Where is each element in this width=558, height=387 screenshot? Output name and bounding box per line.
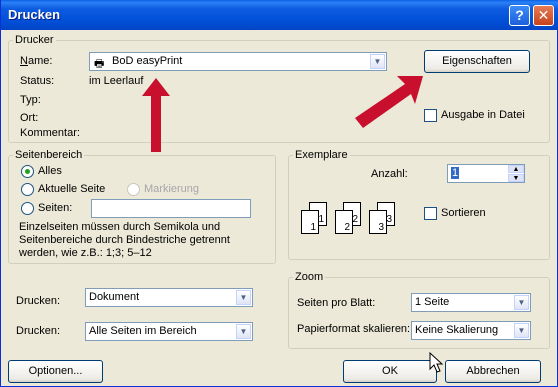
print-range-value: Alle Seiten im Bereich [89, 325, 197, 337]
printer-location-label: Ort: [20, 112, 39, 124]
print-what-value: Dokument [89, 291, 140, 303]
pages-radio[interactable] [21, 202, 34, 215]
current-page-radio[interactable] [21, 183, 34, 196]
page-range-hint: Einzelseiten müssen durch Semikola und S… [19, 221, 230, 259]
chevron-down-icon[interactable]: ▼ [236, 324, 251, 339]
printer-name-value: BoD easyPrint [112, 55, 183, 67]
annotation-arrow-up-icon [142, 78, 170, 152]
current-page-label: Aktuelle Seite [38, 183, 106, 195]
pages-input[interactable] [91, 199, 251, 218]
scale-label: Papierformat skalieren: [297, 323, 411, 335]
print-what-label: Drucken: [16, 295, 61, 307]
copies-count-label: Anzahl: [371, 168, 408, 180]
collate-checkbox[interactable] [424, 207, 437, 220]
scale-value: Keine Skalierung [415, 324, 499, 336]
print-to-file-label: Ausgabe in Datei [441, 109, 525, 121]
chevron-down-icon[interactable]: ▼ [514, 295, 529, 310]
printer-status-label: Status: [20, 75, 55, 87]
spin-up-icon[interactable]: ▲ [508, 165, 524, 173]
scale-select[interactable]: Keine Skalierung ▼ [411, 321, 531, 340]
title-bar[interactable]: Drucken ? ✕ [1, 0, 558, 30]
page-icon: 3 [369, 210, 387, 234]
chevron-down-icon[interactable]: ▼ [236, 290, 251, 305]
printer-name-select[interactable]: 🖶 BoD easyPrint ▼ [89, 52, 387, 71]
print-what-select[interactable]: Dokument ▼ [85, 288, 253, 307]
printer-type-label: Typ: [20, 94, 41, 106]
selection-radio [127, 183, 140, 196]
ok-button[interactable]: OK [343, 360, 437, 383]
pages-per-sheet-label: Seiten pro Blatt: [297, 297, 376, 309]
spin-down-icon[interactable]: ▼ [508, 174, 524, 182]
print-range-label: Drucken: [16, 325, 61, 337]
pages-per-sheet-value: 1 Seite [415, 296, 450, 308]
page-icon: 2 [335, 210, 353, 234]
pages-label: Seiten: [38, 202, 73, 214]
zoom-legend: Zoom [295, 271, 324, 283]
chevron-down-icon[interactable]: ▼ [514, 323, 529, 338]
pages-per-sheet-select[interactable]: 1 Seite ▼ [411, 293, 531, 312]
selection-label: Markierung [144, 183, 200, 195]
window-title: Drucken [8, 7, 61, 22]
page-range-legend: Seitenbereich [15, 149, 83, 161]
print-dialog: Drucken ? ✕ Drucker Name: 🖶 BoD easyPrin… [0, 0, 558, 387]
chevron-down-icon[interactable]: ▼ [370, 54, 385, 69]
all-pages-label: Alles [38, 165, 62, 177]
copies-legend: Exemplare [295, 149, 348, 161]
close-button[interactable]: ✕ [533, 5, 554, 26]
printer-icon: 🖶 [94, 58, 105, 70]
options-button[interactable]: Optionen... [8, 360, 103, 383]
annotation-arrow-diagonal-icon [355, 76, 423, 128]
printer-status-value: im Leerlauf [89, 75, 144, 87]
print-to-file-checkbox[interactable] [424, 109, 437, 122]
page-icon: 1 [301, 210, 319, 234]
all-pages-radio[interactable] [21, 165, 34, 178]
copies-count-input[interactable]: 1 ▲ ▼ [447, 164, 525, 183]
copies-count-value: 1 [451, 167, 460, 179]
collate-label: Sortieren [441, 207, 486, 219]
printer-comment-label: Kommentar: [20, 127, 80, 139]
print-range-select[interactable]: Alle Seiten im Bereich ▼ [85, 322, 253, 341]
mouse-cursor-icon [429, 352, 443, 373]
help-button[interactable]: ? [509, 5, 530, 26]
printer-group-legend: Drucker [15, 34, 54, 46]
printer-name-label: Name: [20, 55, 53, 67]
properties-button[interactable]: Eigenschaften [424, 50, 530, 73]
cancel-button[interactable]: Abbrechen [445, 360, 541, 383]
